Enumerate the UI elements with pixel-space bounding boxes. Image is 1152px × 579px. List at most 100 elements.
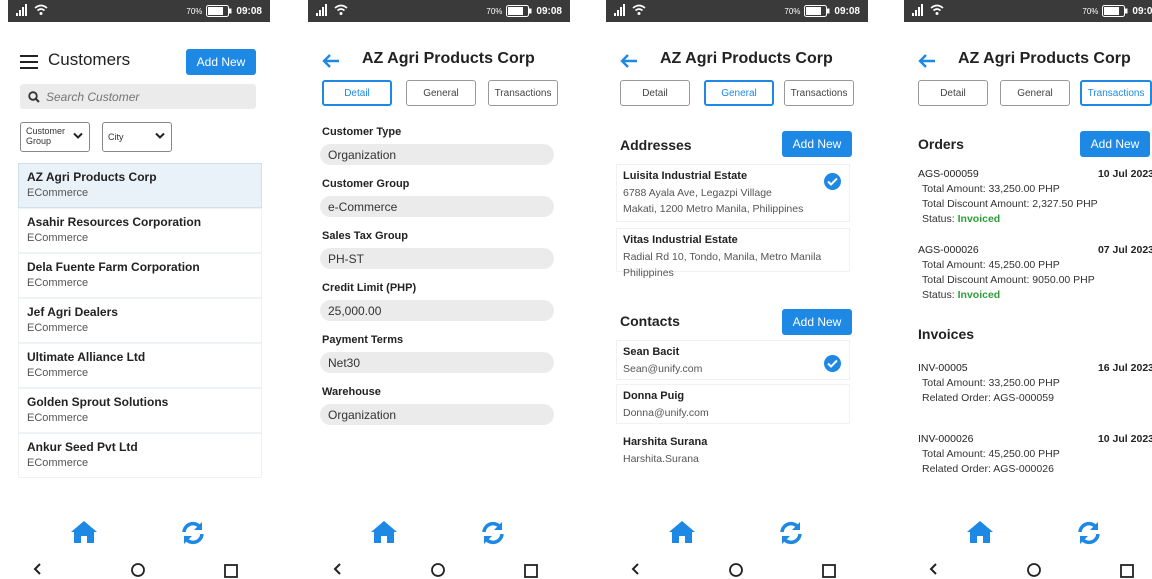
address-card[interactable]: Luisita Industrial Estate 6788 Ayala Ave… xyxy=(616,164,850,222)
tab-general[interactable]: General xyxy=(1000,80,1070,106)
signal-wifi xyxy=(912,3,944,21)
check-circle-icon xyxy=(824,355,841,372)
nav-back-icon[interactable] xyxy=(928,562,938,576)
sales-tax-group-value: PH-ST xyxy=(320,248,554,269)
order-id: AGS-000059 xyxy=(918,168,979,180)
nav-back-icon[interactable] xyxy=(630,562,640,576)
home-icon[interactable] xyxy=(70,520,98,544)
customer-name-title: AZ Agri Products Corp xyxy=(660,50,833,67)
list-item[interactable]: Ankur Seed Pvt Ltd ECommerce xyxy=(18,433,262,478)
order-item[interactable]: AGS-000059 10 Jul 2023 Total Amount: 33,2… xyxy=(918,167,1152,227)
customer-type-value: Organization xyxy=(320,144,554,165)
contact-card[interactable]: Harshita Surana Harshita.Surana xyxy=(616,430,850,470)
add-order-button[interactable]: Add New xyxy=(1080,131,1150,157)
system-nav-bar xyxy=(904,560,1152,579)
city-dropdown[interactable]: City xyxy=(102,122,172,152)
list-item[interactable]: Golden Sprout Solutions ECommerce xyxy=(18,388,262,433)
search-bar[interactable] xyxy=(20,84,256,109)
sync-icon[interactable] xyxy=(1076,520,1102,546)
nav-recent-icon[interactable] xyxy=(1120,564,1134,578)
bottom-actions xyxy=(904,520,1152,550)
status-right: 70% 09:08 xyxy=(1082,5,1152,17)
nav-recent-icon[interactable] xyxy=(822,564,836,578)
warehouse-label: Warehouse xyxy=(322,386,381,398)
customer-detail-screen: 70% 09:08 AZ Agri Products Corp Detail G… xyxy=(308,0,570,579)
back-arrow-icon[interactable] xyxy=(918,53,936,69)
home-icon[interactable] xyxy=(966,520,994,544)
wifi-icon xyxy=(34,4,48,15)
contact-card[interactable]: Sean Bacit Sean@unify.com xyxy=(616,340,850,380)
tab-detail[interactable]: Detail xyxy=(918,80,988,106)
page-title: Customers xyxy=(48,50,131,69)
nav-home-icon[interactable] xyxy=(130,562,146,578)
tab-detail[interactable]: Detail xyxy=(322,80,392,106)
address-line: Radial Rd 10, Tondo, Manila, Metro Manil… xyxy=(623,251,822,263)
clock: 09:08 xyxy=(834,5,860,17)
system-nav-bar xyxy=(8,560,270,579)
check-circle-icon xyxy=(824,173,841,190)
customer-type-label: Customer Type xyxy=(322,126,402,138)
battery-percent: 70% xyxy=(1082,6,1099,16)
system-nav-bar xyxy=(308,560,570,579)
list-item[interactable]: AZ Agri Products Corp ECommerce xyxy=(18,163,262,208)
order-id: AGS-000026 xyxy=(918,244,979,256)
customer-group-dropdown[interactable]: Customer Group xyxy=(20,122,90,152)
tab-general[interactable]: General xyxy=(704,80,774,106)
wifi-icon xyxy=(334,4,348,15)
list-item[interactable]: Ultimate Alliance Ltd ECommerce xyxy=(18,343,262,388)
invoice-item[interactable]: INV-000026 10 Jul 2023 Total Amount: 45,2… xyxy=(918,432,1152,477)
status-badge: Invoiced xyxy=(957,213,1001,225)
sync-icon[interactable] xyxy=(180,520,206,546)
clock: 09:08 xyxy=(536,5,562,17)
nav-back-icon[interactable] xyxy=(32,562,42,576)
battery-icon xyxy=(206,5,232,17)
orders-title: Orders xyxy=(918,136,964,152)
customer-group-value: e-Commerce xyxy=(320,196,554,217)
nav-recent-icon[interactable] xyxy=(224,564,238,578)
status-badge: Invoiced xyxy=(957,289,1001,301)
menu-icon[interactable] xyxy=(20,55,38,69)
tab-transactions[interactable]: Transactions xyxy=(488,80,558,106)
tab-detail[interactable]: Detail xyxy=(620,80,690,106)
home-icon[interactable] xyxy=(370,520,398,544)
address-card[interactable]: Vitas Industrial Estate Radial Rd 10, To… xyxy=(616,228,850,279)
add-contact-button[interactable]: Add New xyxy=(782,309,852,335)
invoice-related-order: Related Order: AGS-000026 xyxy=(922,463,1054,475)
back-arrow-icon[interactable] xyxy=(322,53,340,69)
sync-icon[interactable] xyxy=(778,520,804,546)
battery-icon xyxy=(804,5,830,17)
search-icon xyxy=(28,90,40,103)
nav-back-icon[interactable] xyxy=(332,562,342,576)
clock: 09:08 xyxy=(236,5,262,17)
tab-transactions[interactable]: Transactions xyxy=(1080,80,1152,106)
home-icon[interactable] xyxy=(668,520,696,544)
tab-general[interactable]: General xyxy=(406,80,476,106)
invoice-item[interactable]: INV-00005 16 Jul 2023 Total Amount: 33,25… xyxy=(918,361,1152,406)
add-address-button[interactable]: Add New xyxy=(782,131,852,157)
back-arrow-icon[interactable] xyxy=(620,53,638,69)
tab-transactions[interactable]: Transactions xyxy=(784,80,854,106)
contact-email: Harshita.Surana xyxy=(623,453,699,465)
credit-limit-label: Credit Limit (PHP) xyxy=(322,282,417,294)
order-total: Total Amount: 33,250.00 PHP xyxy=(922,183,1060,195)
sync-icon[interactable] xyxy=(480,520,506,546)
battery-percent: 70% xyxy=(784,6,801,16)
nav-home-icon[interactable] xyxy=(728,562,744,578)
list-item[interactable]: Dela Fuente Farm Corporation ECommerce xyxy=(18,253,262,298)
nav-home-icon[interactable] xyxy=(1026,562,1042,578)
contact-card[interactable]: Donna Puig Donna@unify.com xyxy=(616,384,850,424)
contact-name: Donna Puig xyxy=(623,390,685,402)
add-customer-button[interactable]: Add New xyxy=(186,49,256,75)
chevron-down-icon xyxy=(73,132,83,139)
order-status: Status: Invoiced xyxy=(922,213,1001,225)
nav-recent-icon[interactable] xyxy=(524,564,538,578)
search-input[interactable] xyxy=(46,89,236,104)
contact-email: Sean@unify.com xyxy=(623,363,703,375)
warehouse-value: Organization xyxy=(320,404,554,425)
list-item[interactable]: Jef Agri Dealers ECommerce xyxy=(18,298,262,343)
nav-home-icon[interactable] xyxy=(430,562,446,578)
order-item[interactable]: AGS-000026 07 Jul 2023 Total Amount: 45,2… xyxy=(918,243,1152,303)
status-right: 70% 09:08 xyxy=(186,5,262,17)
customer-general-screen: 70% 09:08 AZ Agri Products Corp Detail G… xyxy=(606,0,868,579)
list-item[interactable]: Asahir Resources Corporation ECommerce xyxy=(18,208,262,253)
